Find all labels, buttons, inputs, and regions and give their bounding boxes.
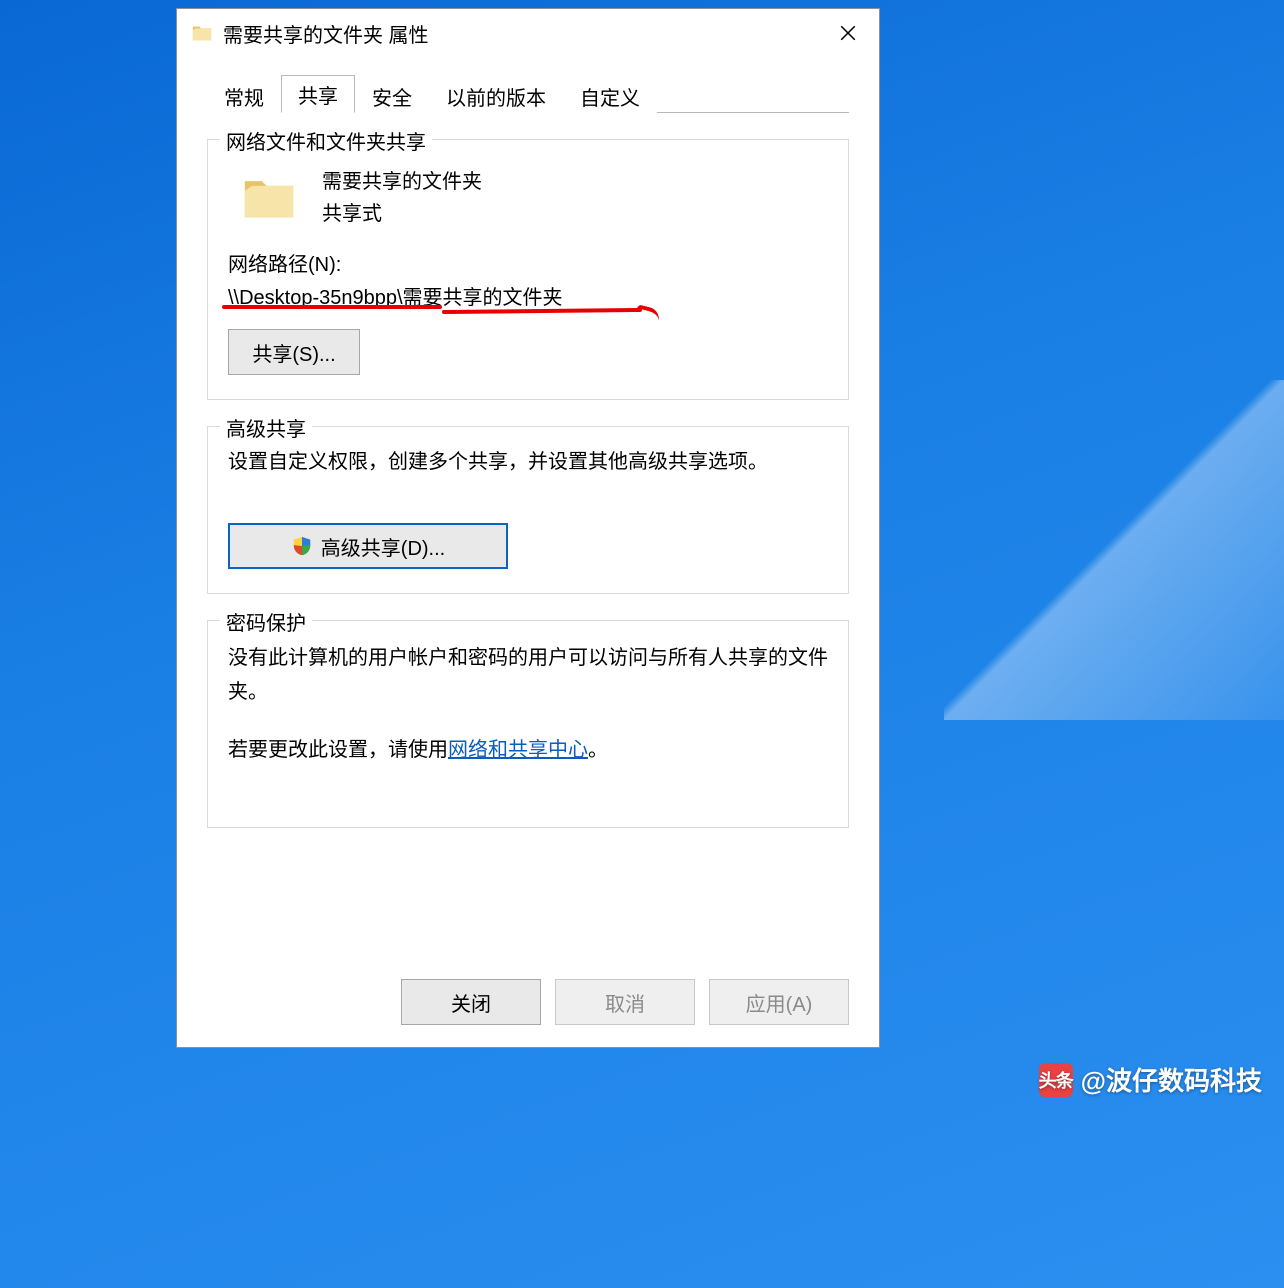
shared-folder-row: 需要共享的文件夹 共享式: [240, 166, 828, 230]
cancel-button: 取消: [555, 979, 695, 1025]
network-path-row: \\Desktop-35n9bpp\需要共享的文件夹: [228, 277, 828, 311]
tab-customize[interactable]: 自定义: [563, 79, 657, 113]
close-button[interactable]: [825, 17, 871, 49]
properties-dialog: 需要共享的文件夹 属性 常规 共享 安全 以前的版本 自定义 网络文件和文件夹共…: [176, 8, 880, 1048]
tab-previous-versions[interactable]: 以前的版本: [429, 79, 563, 113]
watermark: 头条 @波仔数码科技: [1039, 1061, 1262, 1098]
dialog-content: 常规 共享 安全 以前的版本 自定义 网络文件和文件夹共享 需要共享的文件夹: [177, 57, 879, 979]
close-dialog-button[interactable]: 关闭: [401, 979, 541, 1025]
apply-button: 应用(A): [709, 979, 849, 1025]
folder-icon: [191, 22, 213, 44]
network-path-label: 网络路径(N):: [228, 248, 828, 277]
group-password-protection-legend: 密码保护: [220, 607, 312, 636]
shared-folder-status: 共享式: [322, 198, 482, 230]
titlebar: 需要共享的文件夹 属性: [177, 9, 879, 57]
tab-general[interactable]: 常规: [207, 79, 281, 113]
window-title: 需要共享的文件夹 属性: [223, 19, 825, 48]
advanced-share-description: 设置自定义权限，创建多个共享，并设置其他高级共享选项。: [228, 447, 828, 477]
group-password-protection: 密码保护 没有此计算机的用户帐户和密码的用户可以访问与所有人共享的文件夹。 若要…: [207, 620, 849, 828]
password-protection-hint: 若要更改此设置，请使用网络和共享中心。: [228, 733, 828, 767]
watermark-badge: 头条: [1039, 1063, 1073, 1097]
advanced-share-button[interactable]: 高级共享(D)...: [228, 523, 508, 569]
group-network-share-legend: 网络文件和文件夹共享: [220, 126, 432, 155]
folder-icon-large: [240, 169, 298, 227]
group-network-share: 网络文件和文件夹共享 需要共享的文件夹 共享式 网络路径(N): \\Deskt…: [207, 139, 849, 400]
annotation-underline: [222, 305, 442, 309]
tab-security[interactable]: 安全: [355, 79, 429, 113]
uac-shield-icon: [291, 535, 313, 557]
group-advanced-share-legend: 高级共享: [220, 413, 312, 442]
tab-bar: 常规 共享 安全 以前的版本 自定义: [207, 75, 849, 113]
close-icon: [839, 24, 857, 42]
dialog-button-bar: 关闭 取消 应用(A): [177, 979, 879, 1047]
password-protection-text: 没有此计算机的用户帐户和密码的用户可以访问与所有人共享的文件夹。: [228, 641, 828, 709]
password-hint-prefix: 若要更改此设置，请使用: [228, 739, 448, 761]
watermark-text: @波仔数码科技: [1081, 1061, 1262, 1098]
group-advanced-share: 高级共享 设置自定义权限，创建多个共享，并设置其他高级共享选项。 高级共享(D)…: [207, 426, 849, 594]
annotation-underline-2: [442, 308, 642, 314]
desktop-accent: [944, 380, 1284, 720]
shared-folder-name: 需要共享的文件夹: [322, 166, 482, 198]
annotation-underline-tail: [635, 304, 662, 323]
shared-folder-text: 需要共享的文件夹 共享式: [322, 166, 482, 230]
share-button[interactable]: 共享(S)...: [228, 329, 360, 375]
tab-sharing[interactable]: 共享: [281, 75, 355, 113]
password-hint-suffix: 。: [588, 739, 608, 761]
advanced-share-button-label: 高级共享(D)...: [321, 532, 445, 561]
network-sharing-center-link[interactable]: 网络和共享中心: [448, 739, 588, 761]
